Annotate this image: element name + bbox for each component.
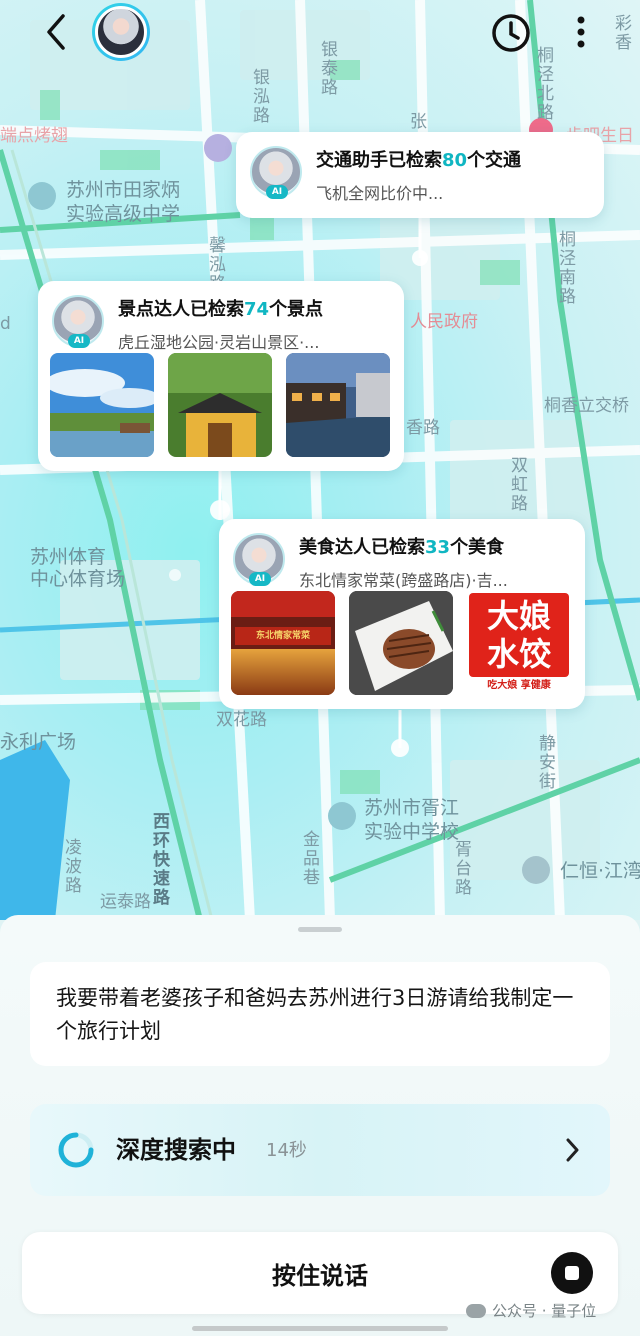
- food-card-subtitle: 东北情家常菜(跨盛路店)·吉...: [299, 571, 508, 590]
- deep-search-status[interactable]: 深度搜索中 14秒: [30, 1104, 610, 1196]
- map-label-shuanghua: 双花路: [216, 710, 267, 730]
- title-suffix: 个美食: [450, 537, 505, 558]
- map-label-yuntai: 运泰路: [100, 892, 151, 912]
- scenic-card-subtitle: 虎丘湿地公园·灵岩山景区·...: [118, 333, 320, 352]
- wechat-icon: [466, 1303, 486, 1318]
- logo-line-2: 水饺: [486, 635, 551, 673]
- title-suffix: 个交通: [467, 150, 522, 171]
- food-card-title: 美食达人已检索33个美食: [299, 533, 504, 559]
- map-label-xutai: 胥台路: [451, 840, 471, 897]
- watertown-image: [286, 353, 390, 457]
- wetland-image: [50, 353, 154, 457]
- map-label-school-tianjia: 苏州市田家炳 实验高级中学: [66, 179, 181, 225]
- transport-card-title: 交通助手已检索80个交通: [316, 146, 521, 172]
- food-count: 33: [425, 537, 451, 558]
- restaurant-front: [231, 649, 335, 695]
- history-button[interactable]: [488, 10, 534, 56]
- ai-badge: AI: [249, 572, 271, 586]
- map-label-renmin: 人民政府: [410, 312, 478, 332]
- map-label-sports-center: 苏州体育 中心体育场: [30, 546, 126, 590]
- food-photo-restaurant[interactable]: 东北情家常菜: [231, 591, 335, 695]
- ai-badge: AI: [68, 334, 90, 348]
- scenic-agent-card[interactable]: AI 景点达人已检索74个景点 虎丘湿地公园·灵岩山景区·...: [38, 281, 404, 471]
- watermark: 公众号 · 量子位: [466, 1300, 596, 1321]
- map-label-lingbo: 凌波路: [61, 838, 81, 895]
- map-label-poi-kaochi: 端点烤翅: [0, 126, 68, 146]
- steak-image: [349, 591, 453, 695]
- clock-icon: [492, 14, 530, 52]
- stop-icon: [565, 1266, 579, 1280]
- food-photo-dumpling-logo[interactable]: 大娘 水饺 吃大娘 享健康: [467, 591, 571, 695]
- home-indicator: [192, 1326, 448, 1331]
- map-label-jinpin: 金品巷: [299, 830, 319, 887]
- avatar-image: [95, 6, 147, 58]
- search-elapsed-time: 14秒: [266, 1140, 307, 1161]
- sheet-drag-handle[interactable]: [298, 927, 342, 932]
- title-prefix: 美食达人已检索: [299, 537, 425, 558]
- vertical-dots-icon: [577, 16, 585, 48]
- map-label-yongli: 永利广场: [0, 731, 77, 753]
- back-button[interactable]: [36, 12, 76, 52]
- map-label-shuanghong: 双虹路: [507, 456, 527, 513]
- agent-avatar: AI: [250, 146, 302, 199]
- temple-image: [168, 353, 272, 457]
- stop-button[interactable]: [551, 1252, 593, 1294]
- lanterns-strip: [231, 591, 335, 617]
- map-label-xihuan: 西环快速路: [149, 812, 169, 907]
- hold-to-talk-label: 按住说话: [272, 1261, 368, 1290]
- map-label-left-edge: d: [0, 314, 11, 334]
- food-agent-card[interactable]: AI 美食达人已检索33个美食 东北情家常菜(跨盛路店)·吉... 东北情家常菜…: [219, 519, 585, 709]
- map-label-renheng: 仁恒·江湾: [560, 860, 640, 882]
- watermark-text: 公众号 · 量子位: [492, 1302, 597, 1320]
- agent-avatar: AI: [233, 533, 285, 586]
- map-label-zhang: 张: [410, 112, 427, 132]
- scenic-count: 74: [244, 299, 270, 320]
- map-label-tongjing-north: 桐泾北路: [533, 46, 553, 122]
- search-status-label: 深度搜索中: [116, 1136, 236, 1164]
- assistant-avatar[interactable]: [92, 3, 150, 61]
- transport-count: 80: [442, 150, 468, 171]
- transport-card-subtitle: 飞机全网比价中...: [316, 184, 444, 203]
- map-label-school-xujiang: 苏州市胥江 实验中学校: [364, 797, 460, 843]
- ai-badge: AI: [266, 185, 288, 199]
- transport-agent-card[interactable]: AI 交通助手已检索80个交通 飞机全网比价中...: [236, 132, 604, 218]
- agent-avatar: AI: [52, 295, 104, 348]
- scenic-card-title: 景点达人已检索74个景点: [118, 295, 323, 321]
- logo-slogan: 吃大娘 享健康: [487, 680, 551, 691]
- food-photo-steak[interactable]: [349, 591, 453, 695]
- map-label-xianglu: 香路: [406, 418, 440, 438]
- map-label-tongjing-south: 桐泾南路: [555, 230, 575, 306]
- map-label-tongxiang-bridge: 桐香立交桥: [544, 396, 629, 416]
- restaurant-sign: 东北情家常菜: [235, 627, 331, 645]
- scenic-photo-temple[interactable]: [168, 353, 272, 457]
- title-prefix: 景点达人已检索: [118, 299, 244, 320]
- loading-spinner-icon: [58, 1132, 94, 1168]
- map-label-yintai: 银泰路: [317, 40, 337, 97]
- map-label-jingan: 静安街: [535, 734, 555, 791]
- scenic-photo-watertown[interactable]: [286, 353, 390, 457]
- map-label-caixiang: 彩香: [611, 14, 631, 52]
- title-prefix: 交通助手已检索: [316, 150, 442, 171]
- title-suffix: 个景点: [269, 299, 324, 320]
- user-message-bubble: 我要带着老婆孩子和爸妈去苏州进行3日游请给我制定一个旅行计划: [30, 962, 610, 1066]
- chevron-left-icon: [47, 14, 65, 50]
- more-button[interactable]: [566, 10, 596, 54]
- scenic-photo-wetland[interactable]: [50, 353, 154, 457]
- map-label-yinhong: 银泓路: [249, 68, 269, 125]
- logo-line-1: 大娘: [486, 597, 551, 635]
- chevron-right-icon: [566, 1138, 579, 1162]
